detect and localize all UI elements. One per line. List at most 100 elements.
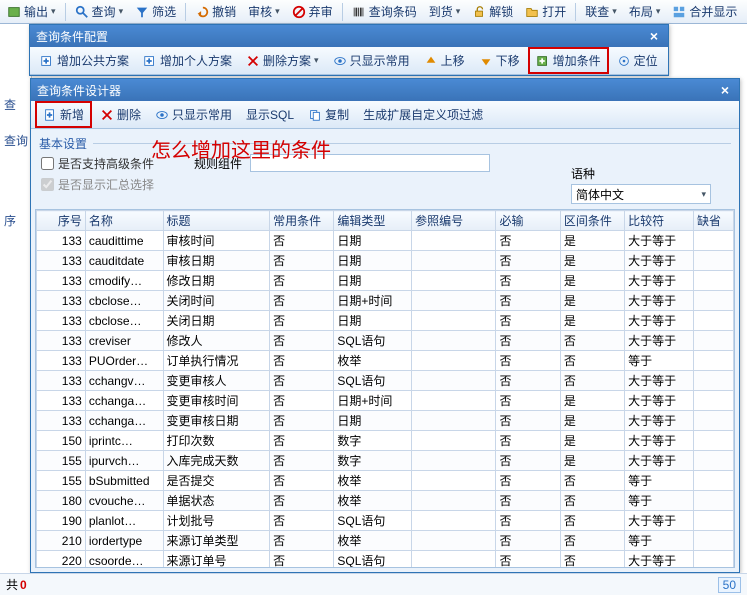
cell[interactable]: 日期	[334, 251, 412, 271]
cell[interactable]	[693, 331, 733, 351]
cell[interactable]: 否	[270, 431, 334, 451]
cell[interactable]: 数字	[334, 451, 412, 471]
cell[interactable]	[693, 311, 733, 331]
cell[interactable]: 否	[496, 451, 560, 471]
col-ref[interactable]: 参照编号	[412, 211, 496, 231]
cell[interactable]: 来源订单类型	[163, 531, 270, 551]
cell[interactable]: 否	[560, 511, 624, 531]
cell[interactable]: 否	[496, 391, 560, 411]
cell[interactable]	[412, 431, 496, 451]
cell[interactable]: iordertype	[85, 531, 163, 551]
cell[interactable]: 133	[37, 391, 86, 411]
table-row[interactable]: 133creviser修改人否SQL语句否否大于等于	[37, 331, 734, 351]
gen-filter-button[interactable]: 生成扩展自定义项过滤	[357, 103, 489, 126]
cell[interactable]	[693, 351, 733, 371]
cell[interactable]: 150	[37, 431, 86, 451]
cell[interactable]: 日期+时间	[334, 291, 412, 311]
cell[interactable]	[693, 491, 733, 511]
move-down-button[interactable]: 下移	[473, 49, 526, 72]
cell[interactable]: 133	[37, 251, 86, 271]
locate-button[interactable]: 定位	[611, 49, 664, 72]
cell[interactable]: cmodify…	[85, 271, 163, 291]
cell[interactable]: 否	[560, 491, 624, 511]
table-row[interactable]: 133caudittime审核时间否日期否是大于等于	[37, 231, 734, 251]
cell[interactable]	[693, 251, 733, 271]
cell[interactable]	[412, 371, 496, 391]
cell[interactable]: 210	[37, 531, 86, 551]
cell[interactable]	[693, 551, 733, 569]
cell[interactable]: 否	[496, 551, 560, 569]
cell[interactable]: 是否提交	[163, 471, 270, 491]
cell[interactable]: 等于	[625, 491, 694, 511]
cell[interactable]: 否	[270, 251, 334, 271]
cell[interactable]: 否	[270, 331, 334, 351]
cell[interactable]	[693, 291, 733, 311]
only-common-button[interactable]: 只显示常用	[149, 103, 238, 126]
col-range[interactable]: 区间条件	[560, 211, 624, 231]
table-row[interactable]: 210iordertype来源订单类型否枚举否否等于	[37, 531, 734, 551]
table-row[interactable]: 133cmodify…修改日期否日期否是大于等于	[37, 271, 734, 291]
table-row[interactable]: 133cchangv…变更审核人否SQL语句否否大于等于	[37, 371, 734, 391]
table-row[interactable]: 190planlot…计划批号否SQL语句否否大于等于	[37, 511, 734, 531]
cell[interactable]: 审核时间	[163, 231, 270, 251]
cell[interactable]: 否	[560, 531, 624, 551]
cell[interactable]: 否	[496, 411, 560, 431]
dialog1-titlebar[interactable]: 查询条件配置 ×	[30, 25, 668, 47]
cell[interactable]: 是	[560, 431, 624, 451]
undo-button[interactable]: 撤销	[190, 2, 241, 21]
cell[interactable]: 变更审核时间	[163, 391, 270, 411]
table-row[interactable]: 133cbclose…关闭时间否日期+时间否是大于等于	[37, 291, 734, 311]
cell[interactable]: 是	[560, 231, 624, 251]
cell[interactable]: 大于等于	[625, 271, 694, 291]
cell[interactable]: 否	[496, 511, 560, 531]
cell[interactable]: 枚举	[334, 351, 412, 371]
table-row[interactable]: 180cvouche…单据状态否枚举否否等于	[37, 491, 734, 511]
table-row[interactable]: 133cauditdate审核日期否日期否是大于等于	[37, 251, 734, 271]
cell[interactable]: SQL语句	[334, 511, 412, 531]
show-sql-button[interactable]: 显示SQL	[240, 103, 300, 126]
cell[interactable]: 大于等于	[625, 371, 694, 391]
cell[interactable]: cchanga…	[85, 391, 163, 411]
filter-button[interactable]: 筛选	[130, 2, 181, 21]
cell[interactable]: 否	[270, 271, 334, 291]
delete-plan-button[interactable]: 删除方案▾	[240, 49, 325, 72]
cell[interactable]: 大于等于	[625, 431, 694, 451]
cell[interactable]: 否	[270, 371, 334, 391]
cell[interactable]	[412, 291, 496, 311]
cell[interactable]: 否	[270, 411, 334, 431]
cell[interactable]: 否	[496, 531, 560, 551]
cell[interactable]: 大于等于	[625, 551, 694, 569]
cell[interactable]: 否	[496, 311, 560, 331]
cell[interactable]: 修改人	[163, 331, 270, 351]
cell[interactable]: SQL语句	[334, 551, 412, 569]
cell[interactable]: 日期+时间	[334, 391, 412, 411]
table-row[interactable]: 155bSubmitted是否提交否枚举否否等于	[37, 471, 734, 491]
cell[interactable]	[693, 531, 733, 551]
cell[interactable]: cchanga…	[85, 411, 163, 431]
cell[interactable]: 否	[496, 351, 560, 371]
cell[interactable]: 133	[37, 351, 86, 371]
cell[interactable]	[693, 511, 733, 531]
link-query-button[interactable]: 联查▾	[580, 2, 622, 21]
cell[interactable]: 133	[37, 371, 86, 391]
only-common-button[interactable]: 只显示常用	[327, 49, 416, 72]
table-row[interactable]: 133cbclose…关闭日期否日期否是大于等于	[37, 311, 734, 331]
cancel-audit-button[interactable]: 弃审	[287, 2, 338, 21]
cell[interactable]: bSubmitted	[85, 471, 163, 491]
cell[interactable]: 否	[270, 451, 334, 471]
cell[interactable]: caudittime	[85, 231, 163, 251]
arrive-button[interactable]: 到货▾	[424, 2, 466, 21]
col-common[interactable]: 常用条件	[270, 211, 334, 231]
col-name[interactable]: 名称	[85, 211, 163, 231]
add-personal-plan-button[interactable]: 增加个人方案	[137, 49, 238, 72]
table-row[interactable]: 133cchanga…变更审核日期否日期否是大于等于	[37, 411, 734, 431]
cell[interactable]	[412, 551, 496, 569]
cell[interactable]: 190	[37, 511, 86, 531]
col-edit[interactable]: 编辑类型	[334, 211, 412, 231]
col-cmp[interactable]: 比较符	[625, 211, 694, 231]
table-row[interactable]: 133PUOrder…订单执行情况否枚举否否等于	[37, 351, 734, 371]
cell[interactable]	[693, 431, 733, 451]
cell[interactable]: 否	[496, 471, 560, 491]
cell[interactable]: 否	[270, 551, 334, 569]
layout-button[interactable]: 布局▾	[624, 2, 666, 21]
